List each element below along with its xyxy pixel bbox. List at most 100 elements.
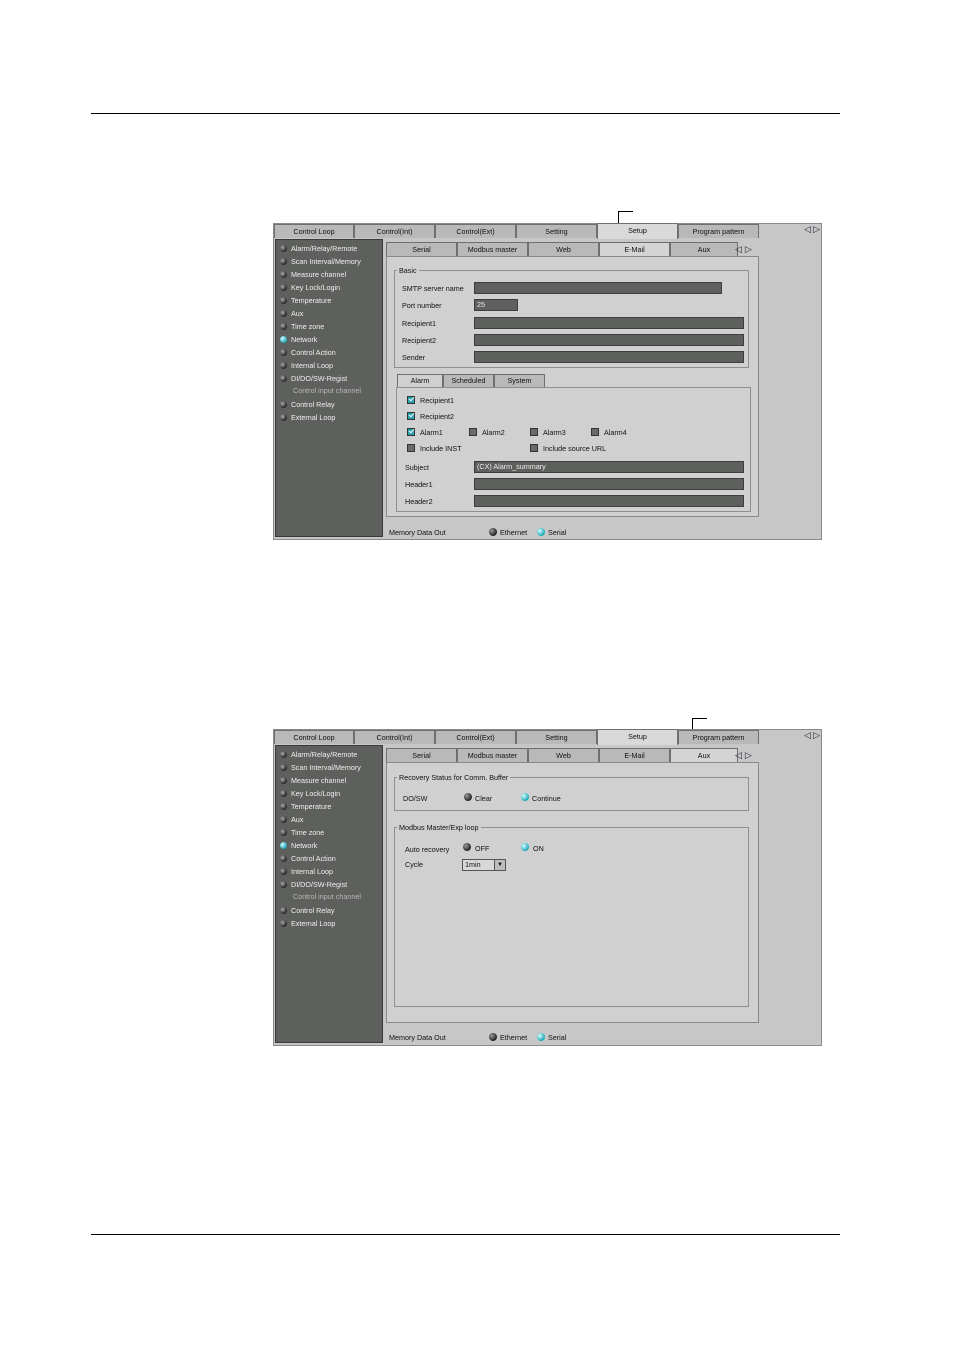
- sidebar-item-alarm-relay-remote[interactable]: Alarm/Relay/Remote: [280, 748, 357, 760]
- sidebar-item-control-relay[interactable]: Control Relay: [280, 398, 335, 410]
- on-radio[interactable]: [521, 843, 529, 851]
- tab-control-loop[interactable]: Control Loop: [274, 730, 354, 744]
- tab-alarm[interactable]: Alarm: [397, 374, 443, 387]
- header2-field[interactable]: [474, 495, 744, 507]
- subject-label: Subject: [405, 463, 429, 472]
- tab-serial[interactable]: Serial: [386, 748, 457, 762]
- sidebar-item-measure-channel[interactable]: Measure channel: [280, 774, 346, 786]
- sender-field[interactable]: [474, 351, 744, 363]
- tab-control-ext[interactable]: Control(Ext): [435, 730, 516, 744]
- sidebar-sub-control-input[interactable]: Control input channel: [293, 386, 361, 395]
- scroll-left-icon[interactable]: ◁: [735, 244, 742, 255]
- top-tab-bar: Control Loop Control(Int) Control(Ext) S…: [274, 729, 786, 745]
- alarm4-checkbox[interactable]: [591, 428, 599, 436]
- alarm2-checkbox[interactable]: [469, 428, 477, 436]
- tab-control-int[interactable]: Control(Int): [354, 224, 435, 238]
- scroll-right-icon[interactable]: ▷: [745, 244, 752, 255]
- sidebar-item-control-action[interactable]: Control Action: [280, 852, 336, 864]
- tab-web[interactable]: Web: [528, 748, 599, 762]
- screenshot-aux-settings: Control Loop Control(Int) Control(Ext) S…: [273, 729, 822, 1046]
- sidebar-item-di-do-sw[interactable]: DI/DO/SW-Regist: [280, 878, 347, 890]
- tab-aux[interactable]: Aux: [670, 242, 738, 256]
- scroll-right-icon[interactable]: ▷: [813, 224, 820, 237]
- off-radio[interactable]: [463, 843, 471, 851]
- serial-radio[interactable]: [537, 528, 545, 536]
- tab-modbus-master[interactable]: Modbus master: [457, 748, 528, 762]
- header1-field[interactable]: [474, 478, 744, 490]
- status-led-icon: [280, 867, 287, 875]
- tab-program-pattern[interactable]: Program pattern: [678, 224, 759, 238]
- status-led-icon: [280, 828, 287, 836]
- scroll-left-icon[interactable]: ◁: [804, 224, 811, 237]
- sidebar-item-external-loop[interactable]: External Loop: [280, 411, 335, 423]
- sidebar-item-temperature[interactable]: Temperature: [280, 294, 331, 306]
- scroll-right-icon[interactable]: ▷: [813, 730, 820, 743]
- on-label: ON: [533, 844, 544, 853]
- sidebar-item-key-lock[interactable]: Key Lock/Login: [280, 281, 340, 293]
- tab-program-pattern[interactable]: Program pattern: [678, 730, 759, 744]
- scroll-left-icon[interactable]: ◁: [735, 750, 742, 761]
- smtp-server-field[interactable]: [474, 282, 722, 294]
- continue-radio[interactable]: [521, 793, 529, 801]
- tab-control-ext[interactable]: Control(Ext): [435, 224, 516, 238]
- sidebar-item-temperature[interactable]: Temperature: [280, 800, 331, 812]
- sidebar-item-internal-loop[interactable]: Internal Loop: [280, 865, 333, 877]
- sidebar-item-network[interactable]: Network: [280, 839, 317, 851]
- tab-email[interactable]: E-Mail: [599, 748, 670, 762]
- subject-field[interactable]: (CX) Alarm_summary: [474, 461, 744, 473]
- cycle-select[interactable]: 1min ▼: [462, 859, 506, 871]
- sidebar-sub-control-input[interactable]: Control input channel: [293, 892, 361, 901]
- tab-serial[interactable]: Serial: [386, 242, 457, 256]
- recipient1-checkbox[interactable]: [407, 396, 415, 404]
- clear-radio[interactable]: [464, 793, 472, 801]
- sidebar-item-scan-interval[interactable]: Scan Interval/Memory: [280, 255, 361, 267]
- smtp-label: SMTP server name: [402, 284, 464, 293]
- sidebar-item-key-lock[interactable]: Key Lock/Login: [280, 787, 340, 799]
- serial-radio[interactable]: [537, 1033, 545, 1041]
- sidebar-item-scan-interval[interactable]: Scan Interval/Memory: [280, 761, 361, 773]
- tab-modbus-master[interactable]: Modbus master: [457, 242, 528, 256]
- subtab-scroll-arrows: ◁ ▷: [735, 750, 752, 761]
- scroll-right-icon[interactable]: ▷: [745, 750, 752, 761]
- sidebar-item-control-relay[interactable]: Control Relay: [280, 904, 335, 916]
- recipient1-field[interactable]: [474, 317, 744, 329]
- sidebar-item-control-action[interactable]: Control Action: [280, 346, 336, 358]
- tab-setup[interactable]: Setup: [597, 729, 678, 745]
- tab-aux[interactable]: Aux: [670, 748, 738, 762]
- sidebar-item-di-do-sw[interactable]: DI/DO/SW-Regist: [280, 372, 347, 384]
- tab-setting[interactable]: Setting: [516, 224, 597, 238]
- sidebar-item-time-zone[interactable]: Time zone: [280, 826, 324, 838]
- off-label: OFF: [475, 844, 490, 853]
- alarm3-checkbox[interactable]: [530, 428, 538, 436]
- tab-scheduled[interactable]: Scheduled: [443, 374, 494, 387]
- sidebar-item-aux[interactable]: Aux: [280, 813, 303, 825]
- recipient2-field[interactable]: [474, 334, 744, 346]
- clear-label: Clear: [475, 794, 493, 803]
- sidebar-item-internal-loop[interactable]: Internal Loop: [280, 359, 333, 371]
- doswitch-label: DO/SW: [403, 794, 428, 803]
- tab-control-loop[interactable]: Control Loop: [274, 224, 354, 238]
- recipient2-checkbox[interactable]: [407, 412, 415, 420]
- sidebar: Alarm/Relay/Remote Scan Interval/Memory …: [275, 745, 383, 1043]
- tab-control-int[interactable]: Control(Int): [354, 730, 435, 744]
- tab-setting[interactable]: Setting: [516, 730, 597, 744]
- sidebar-item-network[interactable]: Network: [280, 333, 317, 345]
- status-led-icon: [280, 400, 287, 408]
- tab-email[interactable]: E-Mail: [599, 242, 670, 256]
- scroll-left-icon[interactable]: ◁: [804, 730, 811, 743]
- include-url-checkbox[interactable]: [530, 444, 538, 452]
- tab-setup[interactable]: Setup: [597, 223, 678, 239]
- alarm1-checkbox[interactable]: [407, 428, 415, 436]
- serial-label: Serial: [548, 1033, 567, 1042]
- sidebar-item-aux[interactable]: Aux: [280, 307, 303, 319]
- sidebar-item-external-loop[interactable]: External Loop: [280, 917, 335, 929]
- tab-system[interactable]: System: [494, 374, 545, 387]
- sidebar-item-measure-channel[interactable]: Measure channel: [280, 268, 346, 280]
- include-inst-checkbox[interactable]: [407, 444, 415, 452]
- ethernet-radio[interactable]: [489, 1033, 497, 1041]
- port-number-field[interactable]: 25: [474, 299, 518, 311]
- sidebar-item-time-zone[interactable]: Time zone: [280, 320, 324, 332]
- ethernet-radio[interactable]: [489, 528, 497, 536]
- tab-web[interactable]: Web: [528, 242, 599, 256]
- sidebar-item-alarm-relay-remote[interactable]: Alarm/Relay/Remote: [280, 242, 357, 254]
